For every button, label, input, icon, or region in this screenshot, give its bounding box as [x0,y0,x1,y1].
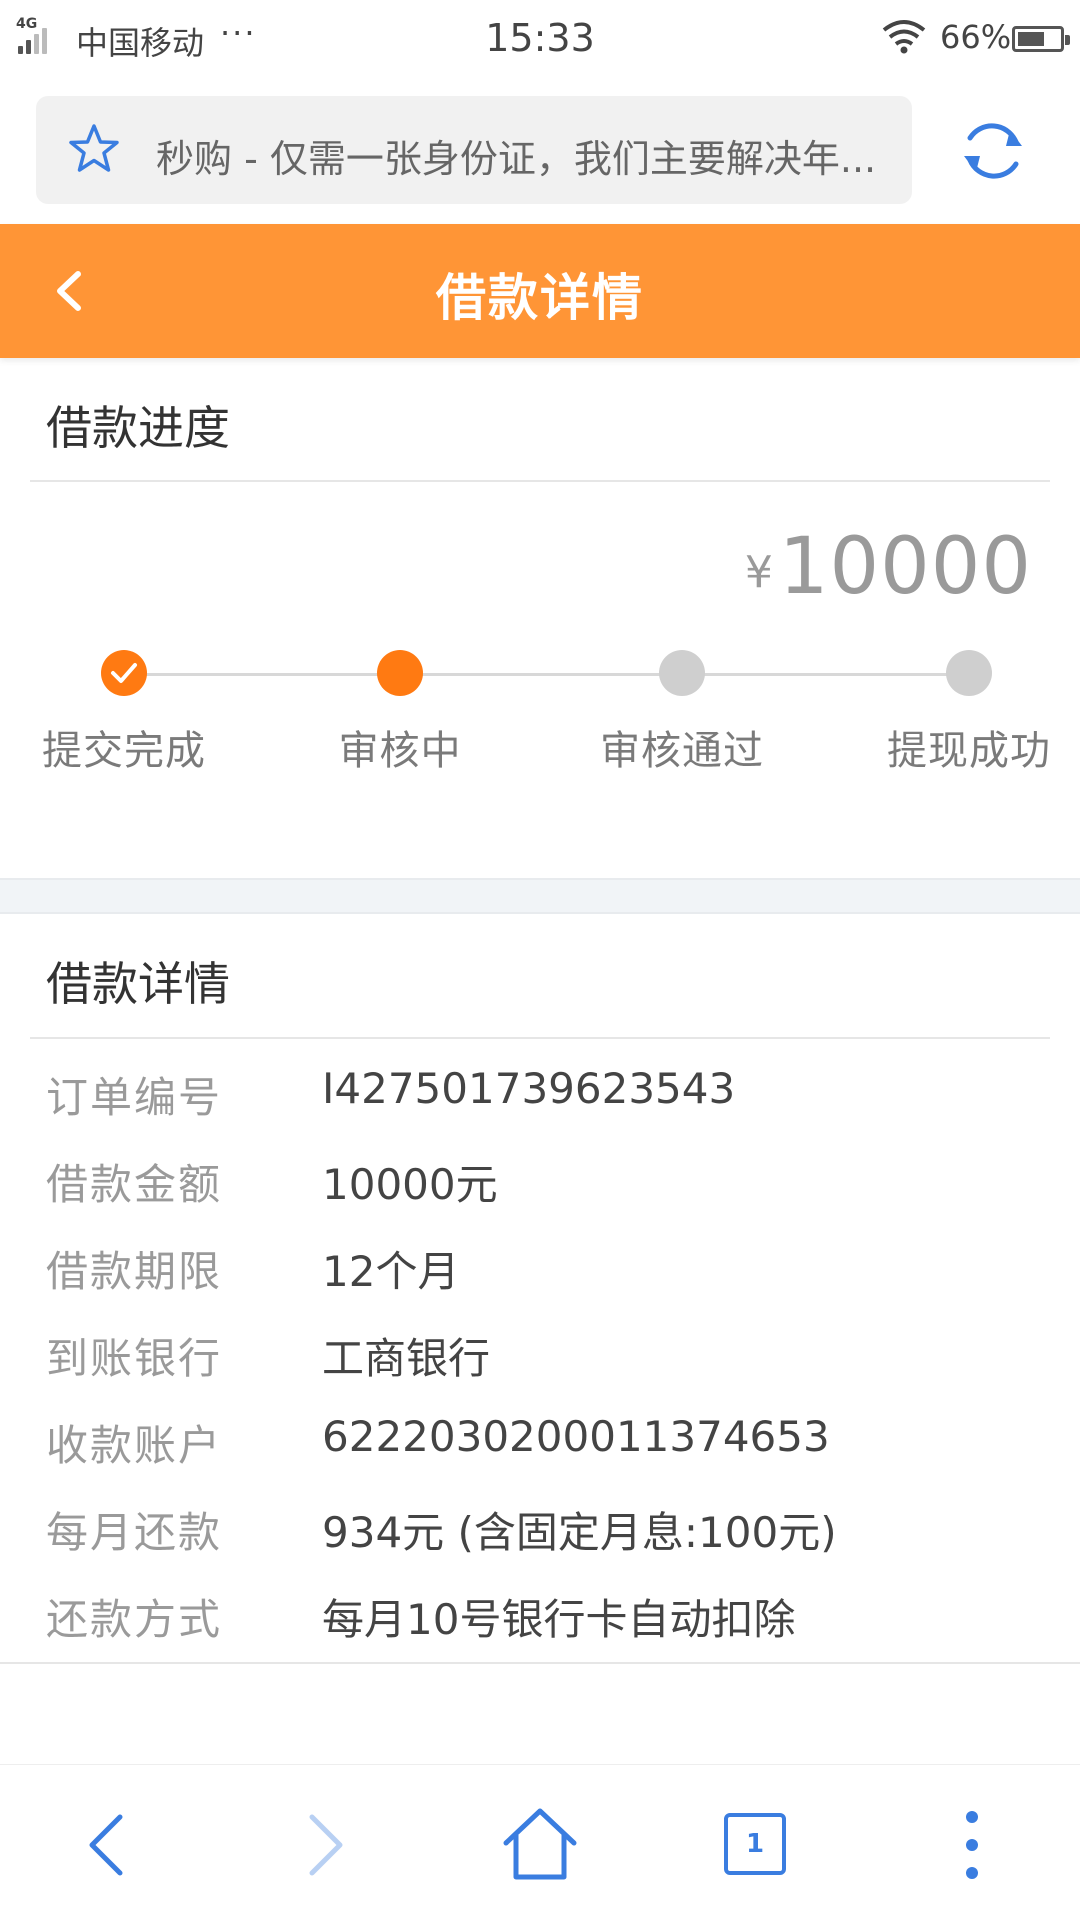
star-icon[interactable] [66,122,122,178]
tabs-count: 1 [745,1829,765,1859]
divider [30,1037,1050,1039]
detail-label: 到账银行 [46,1334,223,1383]
detail-row-loan-amount: 借款金额 10000元 [0,1151,1080,1221]
refresh-icon[interactable] [958,116,1028,186]
step-dot-submitted [101,650,147,696]
step-label-reviewing: 审核中 [338,728,462,774]
detail-value: 每月10号银行卡自动扣除 [322,1595,796,1644]
detail-row-account: 收款账户 6222030200011374653 [0,1412,1080,1482]
page-title: 借款详情 [436,269,644,327]
detail-row-monthly-payment: 每月还款 934元 (含固定月息:100元) [0,1499,1080,1569]
more-icon[interactable] [932,1805,1012,1885]
detail-label: 每月还款 [46,1508,223,1557]
detail-value: 12个月 [322,1247,460,1296]
step-dot-approved [659,650,705,696]
app-header: 借款详情 [0,224,1080,358]
detail-row-order-number: 订单编号 I427501739623543 [0,1064,1080,1134]
detail-value: 工商银行 [322,1334,491,1383]
detail-value: 934元 (含固定月息:100元) [322,1508,837,1557]
detail-value: 10000元 [322,1160,498,1209]
back-arrow-icon[interactable] [68,1805,148,1885]
detail-label: 借款金额 [46,1160,223,1209]
status-bar: 4G 中国移动 ··· 15:33 66% [0,0,1080,78]
check-icon [111,663,137,683]
browser-bottom-nav: 1 [0,1764,1080,1920]
step-label-withdrawn: 提现成功 [887,728,1051,774]
detail-row-loan-term: 借款期限 12个月 [0,1238,1080,1308]
forward-arrow-icon[interactable] [284,1805,364,1885]
divider [0,1662,1080,1664]
detail-label: 借款期限 [46,1247,223,1296]
battery-percent: 66% [940,18,1012,56]
page-title-url[interactable]: 秒购 - 仅需一张身份证，我们主要解决年... [156,128,896,183]
detail-value: I427501739623543 [322,1064,736,1113]
currency-symbol: ¥ [744,547,773,598]
detail-label: 订单编号 [46,1073,223,1122]
detail-value: 6222030200011374653 [322,1412,830,1461]
progress-section-title: 借款进度 [46,401,230,455]
section-separator [0,878,1080,914]
progress-track [124,673,962,676]
step-dot-withdrawn [946,650,992,696]
detail-label: 收款账户 [46,1421,223,1470]
detail-row-bank: 到账银行 工商银行 [0,1325,1080,1395]
wifi-icon [882,20,926,54]
detail-row-repayment-method: 还款方式 每月10号银行卡自动扣除 [0,1586,1080,1656]
battery-icon [1012,26,1070,52]
home-icon[interactable] [500,1805,580,1885]
step-dot-reviewing [377,650,423,696]
step-label-approved: 审核通过 [600,728,764,774]
amount-value: 10000 [778,522,1032,612]
detail-label: 还款方式 [46,1595,223,1644]
browser-toolbar: 秒购 - 仅需一张身份证，我们主要解决年... [0,78,1080,224]
step-label-submitted: 提交完成 [42,728,206,774]
loan-amount: ¥10000 [745,522,1032,612]
tabs-button[interactable]: 1 [716,1805,796,1885]
details-section-title: 借款详情 [46,957,230,1011]
address-bar[interactable]: 秒购 - 仅需一张身份证，我们主要解决年... [36,96,912,204]
divider [30,480,1050,482]
battery-fill [1018,32,1044,46]
